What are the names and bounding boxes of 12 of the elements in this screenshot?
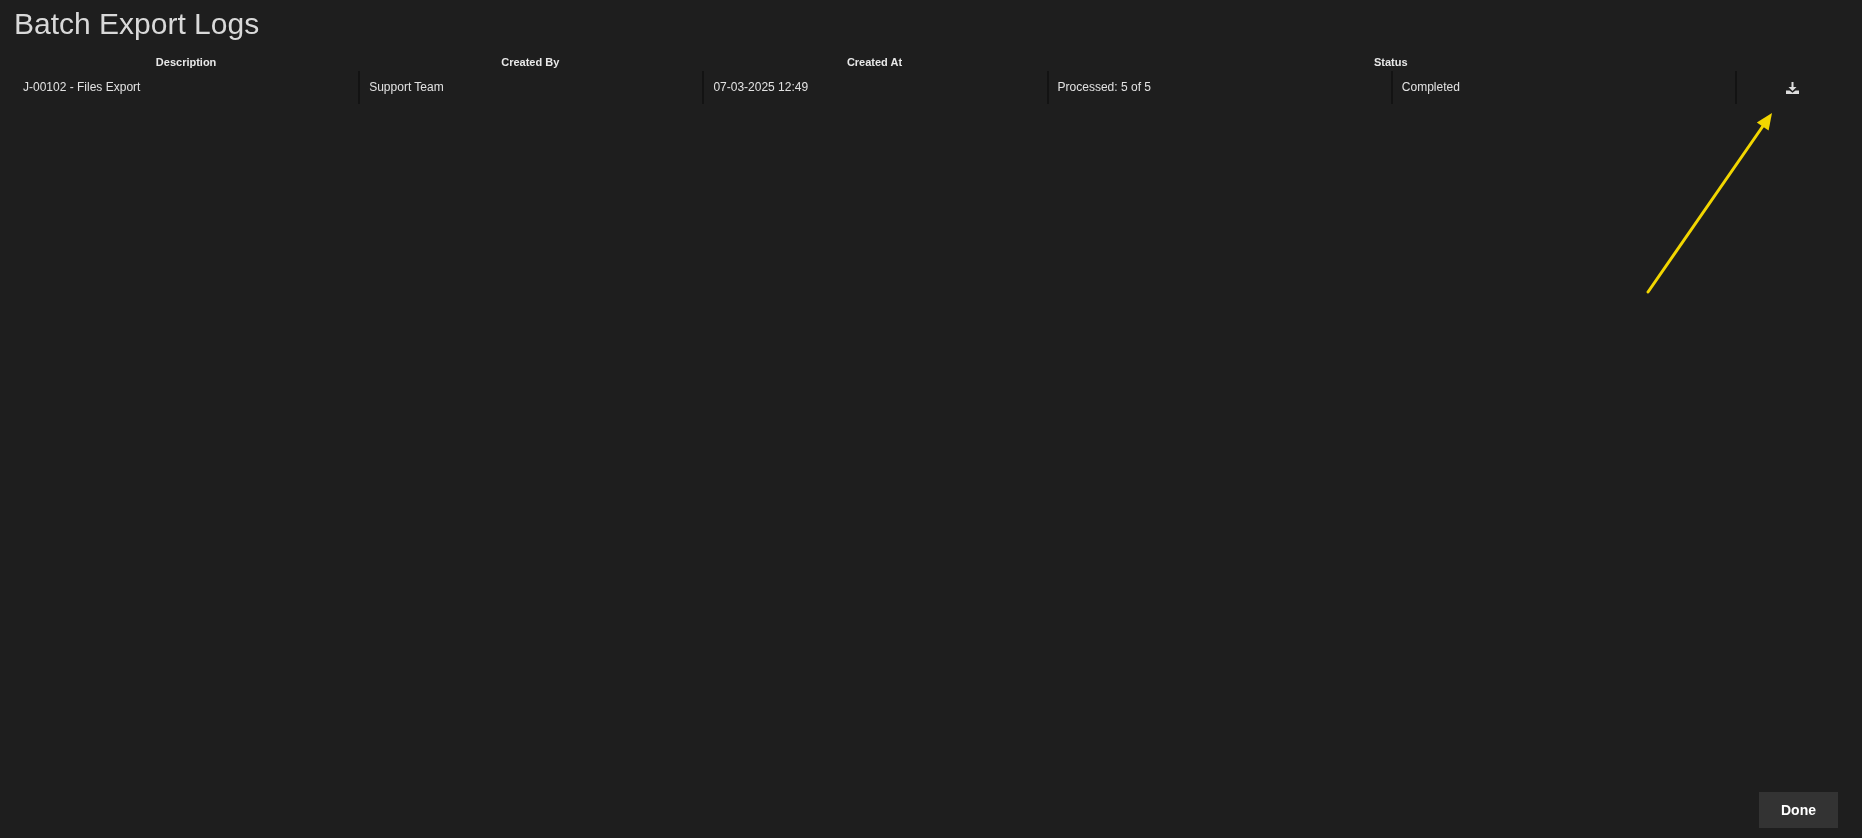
table-cell-text: J-00102 - Files Export [22, 79, 142, 96]
table-cell: 07-03-2025 12:49 [702, 71, 1047, 104]
column-header: Status [1373, 55, 1409, 70]
column-header: Created By [500, 55, 561, 70]
table-cell: Processed: 5 of 5 [1046, 71, 1391, 104]
done-button[interactable]: Done [1759, 792, 1838, 828]
download-icon[interactable] [1786, 81, 1799, 94]
table-cell: Support Team [358, 71, 703, 104]
table-cell: Completed [1390, 71, 1735, 104]
page-title: Batch Export Logs [14, 6, 260, 42]
column-header: Created At [845, 55, 904, 70]
column-header: Description [154, 55, 218, 70]
